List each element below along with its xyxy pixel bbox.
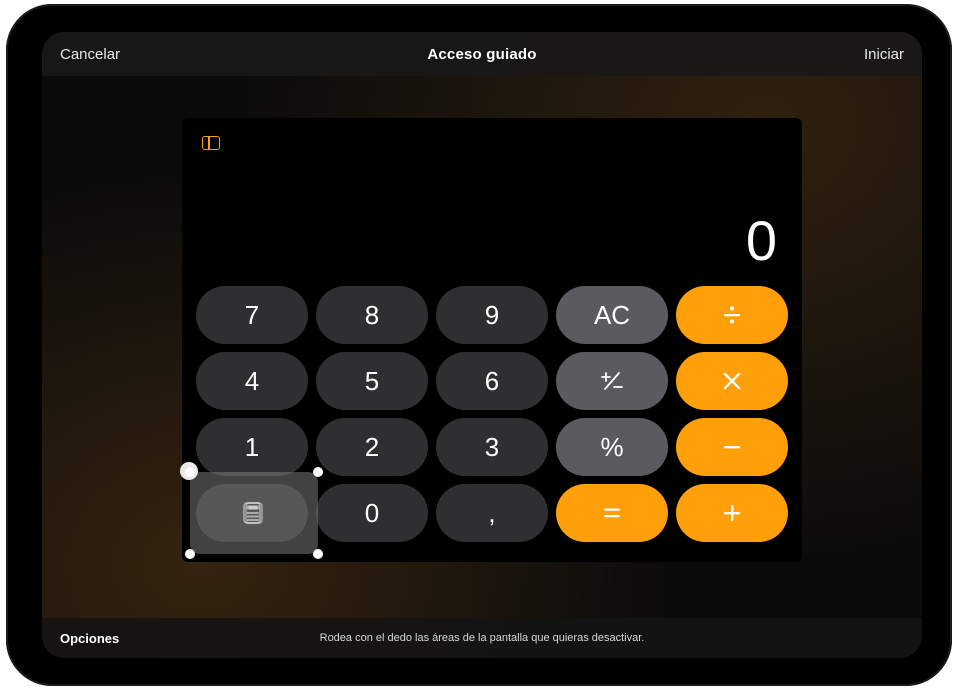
key-ac[interactable]: AC	[556, 286, 668, 344]
plus-minus-icon	[600, 369, 624, 393]
key-plus-minus[interactable]	[556, 352, 668, 410]
key-1[interactable]: 1	[196, 418, 308, 476]
ipad-screen: Cancelar Acceso guiado Iniciar 0 7 8 9 A…	[42, 32, 922, 658]
multiply-icon	[722, 371, 742, 391]
key-minus[interactable]	[676, 418, 788, 476]
sidebar-toggle-icon	[202, 136, 220, 150]
key-8[interactable]: 8	[316, 286, 428, 344]
cancel-button[interactable]: Cancelar	[60, 46, 120, 63]
key-decimal[interactable]: ,	[436, 484, 548, 542]
options-button[interactable]: Opciones	[60, 631, 200, 646]
key-2[interactable]: 2	[316, 418, 428, 476]
key-9[interactable]: 9	[436, 286, 548, 344]
minus-icon	[721, 436, 743, 458]
key-5[interactable]: 5	[316, 352, 428, 410]
ipad-device-frame: Cancelar Acceso guiado Iniciar 0 7 8 9 A…	[6, 4, 952, 686]
calculator-display: 0	[746, 208, 778, 273]
start-button[interactable]: Iniciar	[864, 46, 904, 63]
disabled-region[interactable]: ×	[190, 472, 318, 554]
guided-access-navbar: Cancelar Acceso guiado Iniciar	[42, 32, 922, 76]
guided-access-bottombar: Opciones Rodea con el dedo las áreas de …	[42, 618, 922, 658]
region-handle-bottom-left[interactable]	[185, 549, 195, 559]
navbar-title: Acceso guiado	[180, 46, 784, 63]
region-handle-top-left[interactable]	[185, 467, 195, 477]
key-3[interactable]: 3	[436, 418, 548, 476]
key-plus[interactable]	[676, 484, 788, 542]
key-equals[interactable]	[556, 484, 668, 542]
divide-icon	[721, 304, 743, 326]
region-calculator-icon	[245, 502, 263, 524]
key-divide[interactable]	[676, 286, 788, 344]
key-multiply[interactable]	[676, 352, 788, 410]
key-percent[interactable]: %	[556, 418, 668, 476]
key-7[interactable]: 7	[196, 286, 308, 344]
region-handle-top-right[interactable]	[313, 467, 323, 477]
key-6[interactable]: 6	[436, 352, 548, 410]
equals-icon	[601, 502, 623, 524]
plus-icon	[721, 502, 743, 524]
key-4[interactable]: 4	[196, 352, 308, 410]
region-handle-bottom-right[interactable]	[313, 549, 323, 559]
key-0[interactable]: 0	[316, 484, 428, 542]
hint-text: Rodea con el dedo las áreas de la pantal…	[200, 632, 764, 644]
